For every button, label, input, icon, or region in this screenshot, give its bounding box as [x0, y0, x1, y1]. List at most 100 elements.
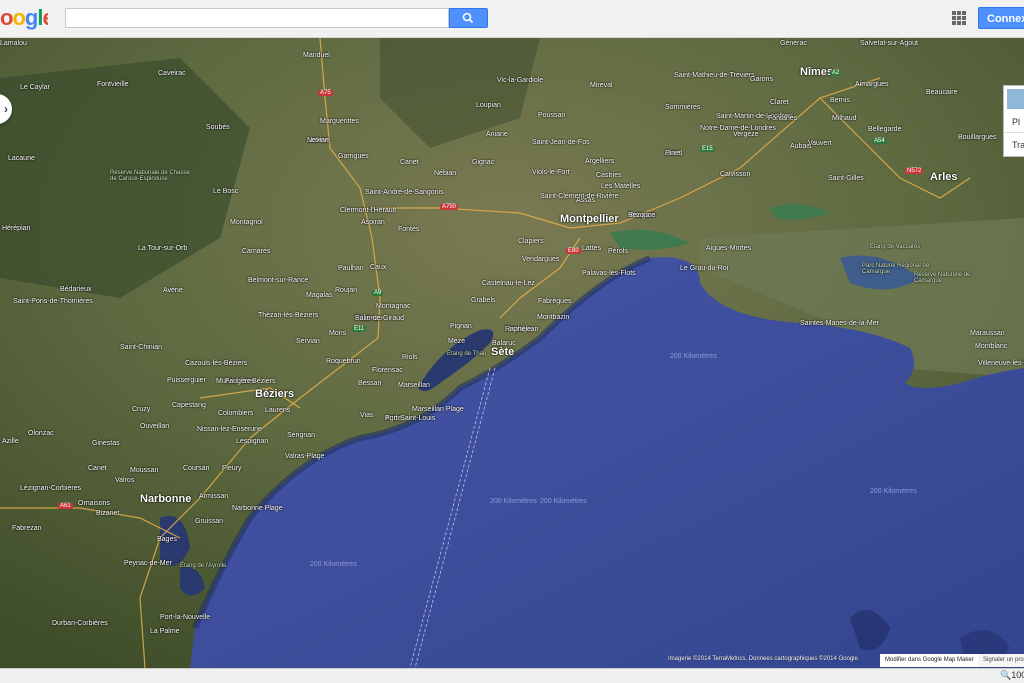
town-label: Viols-le-Fort	[532, 169, 570, 176]
road-shield: E11	[352, 326, 367, 332]
report-problem-link[interactable]: Signaler un problème	[978, 654, 1024, 667]
town-label: Saint-André-de-Sangonis	[365, 189, 444, 196]
town-label: Camarès	[242, 248, 271, 255]
zoom-level: 🔍100	[1000, 670, 1024, 681]
town-label: Magalas	[306, 292, 333, 299]
town-label: Manduel	[303, 52, 330, 59]
search-icon	[462, 12, 474, 24]
town-label: Lamalou	[0, 40, 27, 47]
town-label: Montblanc	[975, 343, 1008, 350]
traffic-label[interactable]: Tra	[1012, 140, 1024, 150]
road-shield: A2	[830, 70, 842, 76]
town-label: Caux	[370, 264, 387, 271]
town-label: Générac	[780, 40, 807, 47]
town-label: Castelnau-le-Lez	[482, 280, 535, 287]
town-label: Bernis	[830, 97, 850, 104]
town-label: Pinet	[665, 150, 681, 157]
city-label: Montpellier	[560, 213, 619, 225]
nature-reserve-label: Étang de Thau	[447, 351, 487, 357]
sea-depth-label: 200 Kilomètres	[490, 498, 537, 505]
town-label: Clapiers	[518, 238, 544, 245]
logo-letter: o	[12, 5, 25, 30]
nature-reserve-label: Réserve Nationale de Chasse de Caroux-Es…	[110, 170, 190, 182]
logo-letter: g	[24, 5, 38, 30]
town-label: Le Caylar	[20, 84, 50, 91]
city-label: Sète	[491, 346, 515, 358]
town-label: Gruissan	[195, 518, 224, 525]
town-label: Salvetat-sur-Agout	[860, 40, 918, 47]
sea-depth-label: 200 Kilomètres	[870, 488, 917, 495]
town-label: Marseillan	[398, 382, 430, 389]
town-label: Soubès	[206, 124, 230, 131]
town-label: Vias	[360, 412, 374, 419]
town-label: Marguerittes	[320, 118, 359, 125]
town-label: Fabrezan	[12, 525, 42, 532]
town-label: Armissan	[199, 493, 229, 500]
town-label: Caveirac	[158, 70, 186, 77]
town-label: Salin-de-Giraud	[355, 315, 405, 322]
town-label: Saint-Clément-de-Rivière	[540, 193, 619, 200]
town-label: La Tour-sur-Orb	[138, 245, 188, 252]
town-label: Grabels	[471, 297, 496, 304]
map-canvas[interactable]: Montpellier Béziers Nîmes Arles Narbonne Sète…	[0, 38, 1024, 668]
town-label: Poussan	[538, 112, 566, 119]
town-label: Milhaud	[832, 115, 857, 122]
layer-divider	[1004, 132, 1024, 133]
road-shield: N572	[905, 168, 924, 174]
map-thumbnail[interactable]	[1007, 89, 1024, 109]
town-label: Saint-Jean-de-Fos	[532, 139, 590, 146]
town-label: Argelliers	[585, 158, 615, 165]
town-label: Ginestas	[92, 440, 120, 447]
road-shield: A75	[318, 90, 333, 96]
town-label: Beaucaire	[926, 89, 958, 96]
town-label: Cazouls-lès-Béziers	[185, 360, 248, 367]
town-label: Nébian	[434, 170, 457, 177]
nature-reserve-label: Réserve Naturelle de Camargue	[914, 272, 971, 284]
town-label: Bézouce	[628, 212, 656, 219]
town-label: Saint-Gilles	[828, 175, 864, 182]
mapmaker-link[interactable]: Modifier dans Google Map Maker	[880, 654, 979, 667]
town-label: Ornaisons	[78, 500, 110, 507]
sea-depth-label: 200 Kilomètres	[540, 498, 587, 505]
town-label: Thézan-lès-Béziers	[258, 312, 319, 319]
road-shield: A54	[872, 138, 887, 144]
town-label: Saint-Chinian	[120, 344, 163, 351]
town-label: Marseillan Plage	[412, 406, 464, 413]
road-shield: E15	[700, 146, 715, 152]
town-label: Saintes-Maries-de-la-Mer	[800, 320, 879, 327]
town-label: Montbazin	[537, 314, 570, 321]
town-label: Nissan-lez-Enserune	[197, 426, 262, 433]
search-button[interactable]	[449, 8, 488, 28]
town-label: Villeneuve-lès-Béziers	[978, 360, 1024, 367]
city-label: Béziers	[255, 388, 295, 400]
chevron-right-icon: ›	[4, 102, 8, 116]
status-bar: 🔍100	[0, 668, 1024, 683]
town-label: Port-la-Nouvelle	[160, 614, 211, 621]
town-label: Colombiers	[218, 410, 254, 417]
town-label: Puisserguier	[167, 377, 206, 384]
town-label: Olonzac	[28, 430, 54, 437]
signin-button[interactable]: Connexion	[978, 7, 1024, 29]
search-input[interactable]	[65, 8, 449, 28]
town-label: Coursan	[183, 465, 210, 472]
town-label: Narbonne Plage	[232, 505, 283, 512]
road-shield: E80	[566, 248, 581, 254]
apps-grid-icon[interactable]	[952, 11, 966, 25]
town-label: Balaruc	[492, 340, 516, 347]
road-shield: A750	[440, 204, 459, 210]
sea-depth-label: 200 Kilomètres	[310, 561, 357, 568]
town-label: Aniane	[486, 131, 508, 138]
town-label: Paulhan	[338, 265, 364, 272]
town-label: Valras-Plage	[285, 453, 325, 460]
town-label: Le Bosc	[213, 188, 239, 195]
town-label: Calvisson	[720, 171, 751, 178]
zoom-value: 100	[1011, 670, 1024, 680]
map-copyright: Imagerie ©2014 TerraMetrics, Données car…	[668, 656, 858, 662]
layer-label[interactable]: Pl	[1012, 117, 1020, 127]
town-label: Hérépian	[2, 225, 31, 232]
sea-depth-label: 200 Kilomètres	[670, 353, 717, 360]
town-label: Lattes	[582, 245, 602, 252]
town-label: Maraussan	[970, 330, 1005, 337]
google-logo[interactable]: oogle	[0, 5, 48, 33]
layer-switcher[interactable]: Pl Tra	[1003, 85, 1024, 157]
